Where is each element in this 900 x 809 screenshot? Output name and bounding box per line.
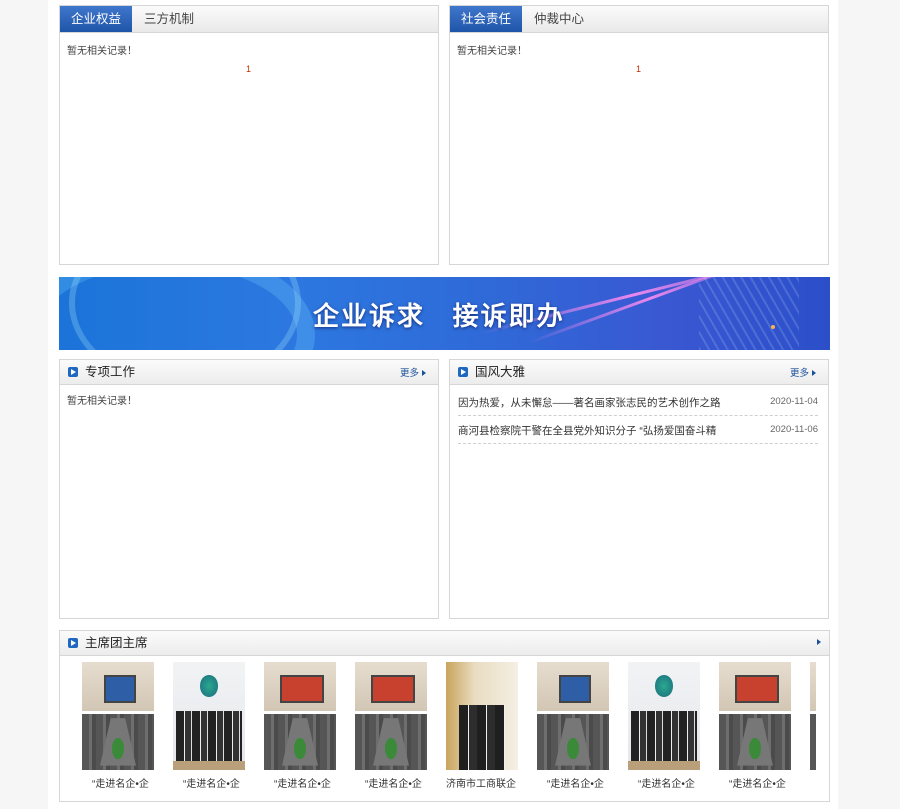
banner[interactable]: 企业诉求 接诉即办 bbox=[59, 277, 830, 350]
news-item[interactable]: 商河县检察院干警在全县党外知识分子 “弘扬爱国奋斗精 2020-11-06 bbox=[458, 416, 818, 444]
tab-tripartite-mechanism[interactable]: 三方机制 bbox=[144, 6, 194, 32]
photo-item[interactable]: “走进名企•企 bbox=[264, 662, 338, 790]
group-photo[interactable] bbox=[173, 662, 245, 770]
photo-item[interactable]: “ bbox=[810, 662, 816, 770]
empty-message: 暂无相关记录！ bbox=[457, 46, 527, 57]
tab-bar: 社会责任 仲裁中心 bbox=[450, 6, 828, 33]
photo-item[interactable]: “走进名企•企 bbox=[537, 662, 611, 790]
panel-enterprise-rights: 企业权益 三方机制 暂无相关记录！ 1 bbox=[59, 5, 439, 265]
photo-carousel[interactable]: “走进名企•企 “走进名企•企 “走进名企•企 “走进名企•企 济南市工商联企 … bbox=[80, 662, 816, 792]
more-link[interactable]: 更多 bbox=[790, 365, 816, 379]
tab-arbitration-center[interactable]: 仲裁中心 bbox=[534, 6, 584, 32]
photo-item[interactable]: “走进名企•企 bbox=[173, 662, 247, 790]
panel-special-work: 专项工作 更多 暂无相关记录！ bbox=[59, 359, 439, 619]
news-item[interactable]: 因为热爱，从未懈怠——著名画家张志民的艺术创作之路 2020-11-04 bbox=[458, 388, 818, 416]
panel-social-responsibility: 社会责任 仲裁中心 暂无相关记录！ 1 bbox=[449, 5, 829, 265]
official-photo[interactable] bbox=[446, 662, 518, 770]
panel-title: 主席团主席 bbox=[85, 636, 148, 650]
banner-swirl bbox=[69, 277, 301, 350]
photo-item[interactable]: “走进名企•企 bbox=[82, 662, 156, 790]
play-icon bbox=[68, 367, 78, 377]
photo-caption[interactable]: “走进名企•企 bbox=[729, 775, 816, 790]
tab-bar: 企业权益 三方机制 bbox=[60, 6, 438, 33]
more-arrow-icon[interactable] bbox=[817, 639, 821, 645]
photo-caption[interactable]: 济南市工商联企 bbox=[446, 775, 546, 790]
panel-header: 主席团主席 bbox=[60, 631, 829, 656]
group-photo[interactable] bbox=[628, 662, 700, 770]
tab-enterprise-rights[interactable]: 企业权益 bbox=[60, 6, 132, 32]
meeting-photo[interactable] bbox=[537, 662, 609, 770]
banner-grid bbox=[699, 277, 799, 350]
panel-presidium: 主席团主席 “走进名企•企 “走进名企•企 “走进名企•企 “走进名企•企 济南… bbox=[59, 630, 830, 802]
news-title[interactable]: 商河县检察院干警在全县党外知识分子 “弘扬爱国奋斗精 bbox=[458, 423, 716, 438]
play-icon bbox=[68, 638, 78, 648]
photo-item[interactable]: “走进名企•企 bbox=[719, 662, 793, 790]
photo-caption[interactable]: “走进名企•企 bbox=[183, 775, 283, 790]
photo-item[interactable]: “走进名企•企 bbox=[628, 662, 702, 790]
photo-caption[interactable]: “走进名企•企 bbox=[274, 775, 374, 790]
banner-title: 企业诉求 接诉即办 bbox=[313, 301, 565, 331]
play-icon bbox=[458, 367, 468, 377]
photo-item[interactable]: “走进名企•企 bbox=[355, 662, 429, 790]
meeting-photo[interactable] bbox=[264, 662, 336, 770]
photo-caption[interactable]: “走进名企•企 bbox=[92, 775, 192, 790]
page-number[interactable]: 1 bbox=[246, 64, 251, 74]
tab-social-responsibility[interactable]: 社会责任 bbox=[450, 6, 522, 32]
meeting-photo[interactable] bbox=[810, 662, 816, 770]
panel-guofeng: 国风大雅 更多 因为热爱，从未懈怠——著名画家张志民的艺术创作之路 2020-1… bbox=[449, 359, 829, 619]
news-date: 2020-11-04 bbox=[770, 396, 818, 407]
page-number[interactable]: 1 bbox=[636, 64, 641, 74]
panel-header: 专项工作 更多 bbox=[60, 360, 438, 385]
meeting-photo[interactable] bbox=[355, 662, 427, 770]
panel-title: 国风大雅 bbox=[475, 365, 526, 379]
panel-header: 国风大雅 更多 bbox=[450, 360, 828, 385]
news-date: 2020-11-06 bbox=[770, 424, 818, 435]
meeting-photo[interactable] bbox=[719, 662, 791, 770]
photo-caption[interactable]: “走进名企•企 bbox=[638, 775, 738, 790]
photo-item[interactable]: 济南市工商联企 bbox=[446, 662, 520, 790]
banner-dot bbox=[771, 325, 775, 329]
news-title[interactable]: 因为热爱，从未懈怠——著名画家张志民的艺术创作之路 bbox=[458, 395, 721, 410]
empty-message: 暂无相关记录！ bbox=[67, 46, 137, 57]
panel-title: 专项工作 bbox=[85, 365, 136, 379]
meeting-photo[interactable] bbox=[82, 662, 154, 770]
empty-message: 暂无相关记录！ bbox=[67, 396, 137, 407]
more-link[interactable]: 更多 bbox=[400, 365, 426, 379]
photo-caption[interactable]: “走进名企•企 bbox=[547, 775, 647, 790]
